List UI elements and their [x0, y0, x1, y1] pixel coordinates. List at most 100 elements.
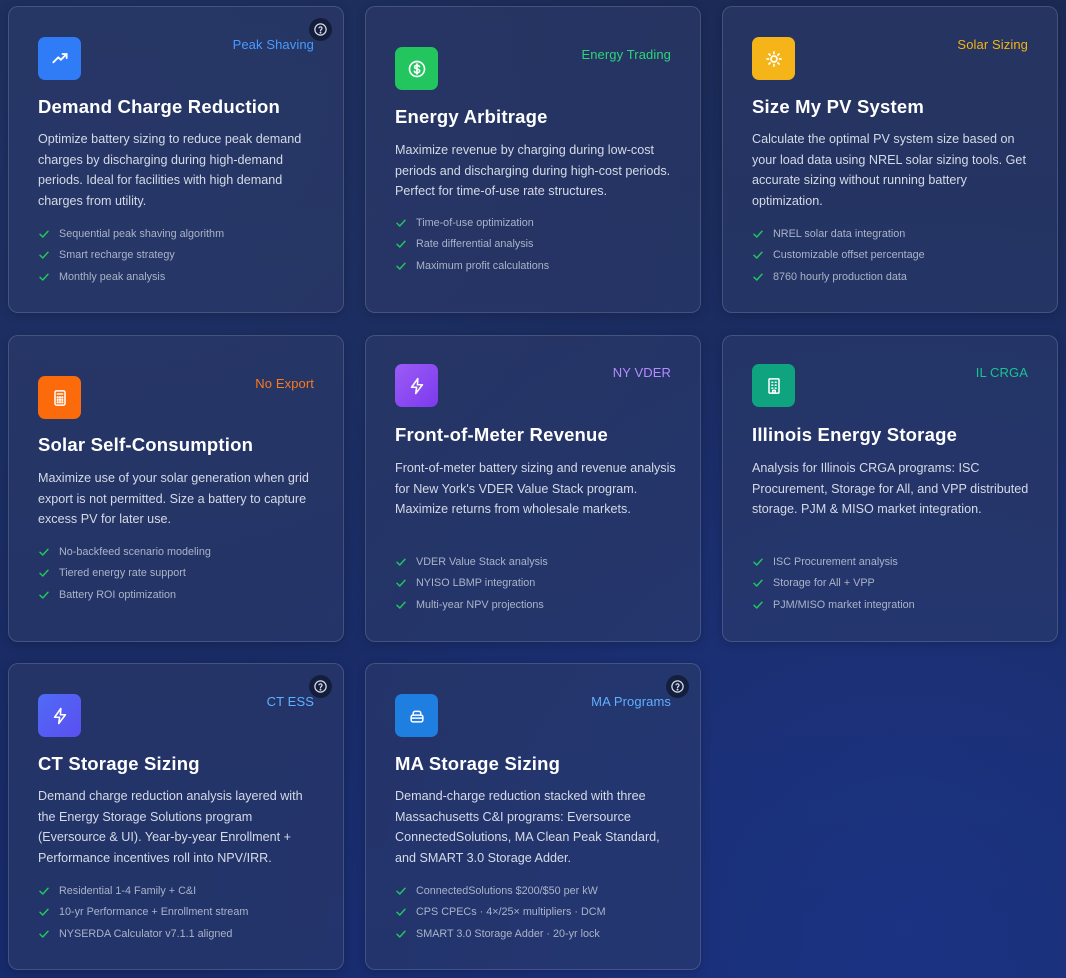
feature-item: Multi-year NPV projections — [395, 594, 684, 616]
check-icon — [39, 591, 49, 599]
card-ct-storage-sizing[interactable]: CT ESS CT Storage Sizing Demand charge r… — [8, 663, 344, 970]
card-tag: NY VDER — [612, 365, 671, 380]
feature-label: ConnectedSolutions $200/$50 per kW — [416, 884, 598, 897]
card-description: Calculate the optimal PV system size bas… — [752, 132, 1026, 208]
feature-item: ConnectedSolutions $200/$50 per kW — [395, 880, 684, 902]
feature-item: NYISO LBMP integration — [395, 573, 684, 595]
feature-item: Residential 1-4 Family + C&I — [38, 880, 327, 902]
check-icon — [396, 558, 406, 566]
feature-label: Monthly peak analysis — [59, 270, 166, 283]
check-icon — [753, 579, 763, 588]
feature-item: PJM/MISO market integration — [752, 594, 1041, 616]
check-icon — [753, 601, 763, 609]
check-icon — [39, 273, 49, 281]
check-icon — [753, 273, 763, 281]
lightning-icon — [38, 694, 81, 737]
feature-item: NREL solar data integration — [752, 223, 1041, 245]
card-tag: No Export — [255, 376, 314, 391]
feature-label: Time-of-use optimization — [416, 216, 534, 229]
check-icon — [396, 262, 406, 270]
check-icon — [39, 930, 49, 938]
card-tag: MA Programs — [591, 694, 671, 709]
battery-stack-icon — [395, 694, 438, 737]
card-title: Demand Charge Reduction — [38, 96, 281, 117]
card-solar-self-consumption[interactable]: No Export Solar Self-Consumption Maximiz… — [8, 335, 344, 642]
card-energy-arbitrage[interactable]: Energy Trading Energy Arbitrage Maximize… — [365, 6, 701, 313]
feature-label: Sequential peak shaving algorithm — [59, 227, 225, 240]
feature-item: Rate differential analysis — [395, 234, 684, 256]
feature-item: Customizable offset percentage — [752, 245, 1041, 267]
feature-list: NREL solar data integration Customizable… — [752, 223, 1041, 288]
feature-item: 8760 hourly production data — [752, 266, 1041, 288]
feature-label: Smart recharge strategy — [59, 249, 175, 262]
feature-item: Time-of-use optimization — [395, 212, 684, 234]
dollar-icon — [395, 47, 438, 90]
feature-label: VDER Value Stack analysis — [416, 555, 548, 568]
check-icon — [396, 887, 406, 895]
feature-list: VDER Value Stack analysis NYISO LBMP int… — [395, 551, 684, 616]
card-title: CT Storage Sizing — [38, 753, 200, 774]
feature-label: Rate differential analysis — [416, 238, 534, 251]
feature-item: Storage for All + VPP — [752, 573, 1041, 595]
feature-item: Sequential peak shaving algorithm — [38, 223, 327, 245]
card-title: Size My PV System — [752, 96, 925, 117]
card-tag: Energy Trading — [581, 47, 671, 62]
feature-label: Multi-year NPV projections — [416, 598, 544, 611]
check-icon — [396, 219, 406, 227]
feature-list: Residential 1-4 Family + C&I 10-yr Perfo… — [38, 880, 327, 945]
feature-list: ISC Procurement analysis Storage for All… — [752, 551, 1041, 616]
check-icon — [753, 251, 763, 260]
sun-icon — [752, 37, 795, 80]
card-illinois-energy-storage[interactable]: IL CRGA Illinois Energy Storage Analysis… — [722, 335, 1058, 642]
feature-item: Monthly peak analysis — [38, 266, 327, 288]
feature-item: Maximum profit calculations — [395, 255, 684, 277]
check-icon — [396, 579, 406, 588]
feature-label: CPS CPECs · 4×/25× multipliers · DCM — [416, 906, 606, 919]
card-description: Maximize use of your solar generation wh… — [38, 471, 309, 527]
feature-item: NYSERDA Calculator v7.1.1 aligned — [38, 923, 327, 945]
card-title: Energy Arbitrage — [395, 106, 548, 127]
card-tag: IL CRGA — [975, 365, 1028, 380]
card-description: Analysis for Illinois CRGA programs: ISC… — [752, 461, 1029, 517]
check-icon — [39, 908, 49, 917]
card-demand-charge-reduction[interactable]: Peak Shaving Demand Charge Reduction Opt… — [8, 6, 344, 313]
card-ma-storage-sizing[interactable]: MA Programs MA Storage Sizing Demand-cha… — [365, 663, 701, 970]
feature-label: NYISO LBMP integration — [416, 577, 536, 590]
feature-label: Battery ROI optimization — [59, 588, 177, 601]
building-icon — [752, 364, 795, 407]
card-tag: Peak Shaving — [232, 37, 314, 52]
check-icon — [39, 251, 49, 260]
check-icon — [396, 240, 406, 249]
feature-list: ConnectedSolutions $200/$50 per kW CPS C… — [395, 880, 684, 945]
check-icon — [39, 548, 49, 556]
feature-list: No-backfeed scenario modeling Tiered ene… — [38, 541, 327, 606]
card-title: Front-of-Meter Revenue — [395, 424, 609, 445]
feature-list: Time-of-use optimization Rate differenti… — [395, 212, 684, 277]
check-icon — [39, 569, 49, 578]
feature-label: NREL solar data integration — [773, 227, 906, 240]
card-tag: CT ESS — [266, 694, 314, 709]
card-description: Maximize revenue by charging during low-… — [395, 143, 671, 199]
card-size-my-pv-system[interactable]: Solar Sizing Size My PV System Calculate… — [722, 6, 1058, 313]
trending-up-icon — [38, 37, 81, 80]
feature-label: Storage for All + VPP — [773, 577, 875, 590]
feature-label: PJM/MISO market integration — [773, 598, 915, 611]
feature-item: No-backfeed scenario modeling — [38, 541, 327, 563]
feature-label: 10-yr Performance + Enrollment stream — [59, 906, 249, 919]
check-icon — [39, 230, 49, 238]
feature-list: Sequential peak shaving algorithm Smart … — [38, 223, 327, 288]
feature-label: ISC Procurement analysis — [773, 555, 898, 568]
card-title: Solar Self-Consumption — [38, 434, 254, 455]
feature-label: 8760 hourly production data — [773, 270, 907, 283]
feature-item: VDER Value Stack analysis — [395, 551, 684, 573]
feature-label: Customizable offset percentage — [773, 249, 925, 262]
card-front-of-meter-revenue[interactable]: NY VDER Front-of-Meter Revenue Front-of-… — [365, 335, 701, 642]
feature-item: Battery ROI optimization — [38, 584, 327, 606]
lightning-icon — [395, 364, 438, 407]
calculator-icon — [38, 376, 81, 419]
check-icon — [396, 908, 406, 917]
feature-label: Maximum profit calculations — [416, 259, 550, 272]
check-icon — [753, 558, 763, 566]
feature-label: Tiered energy rate support — [59, 567, 186, 580]
check-icon — [753, 230, 763, 238]
